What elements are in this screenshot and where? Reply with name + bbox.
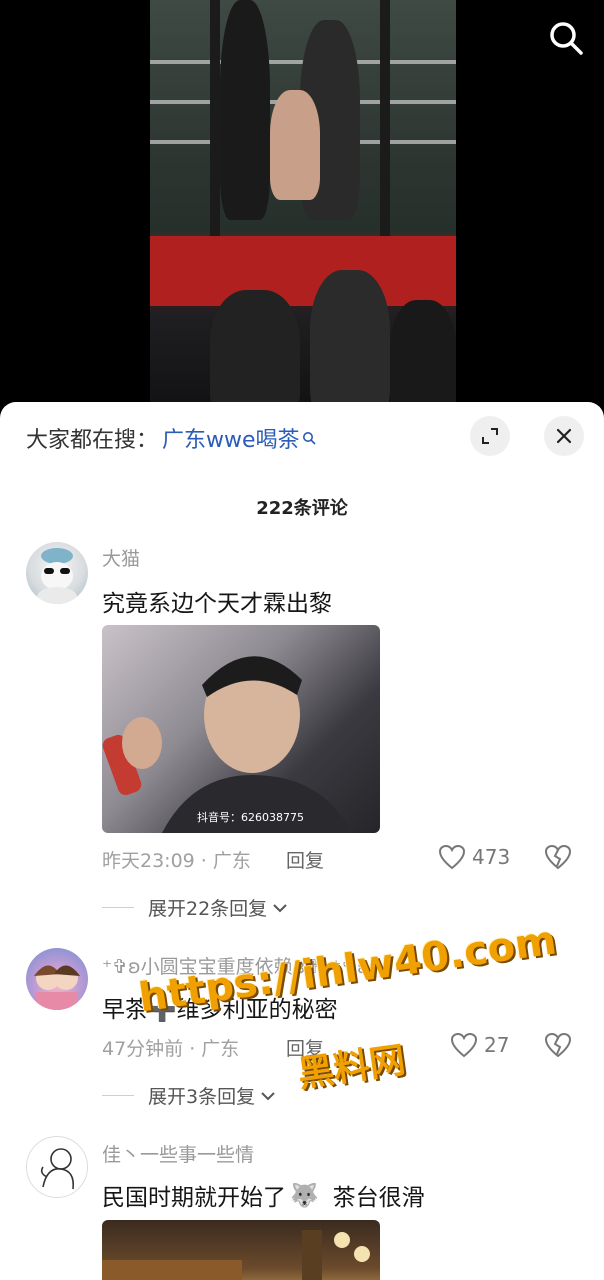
ring-apron — [150, 236, 456, 306]
comment-text: 早茶➕维多利亚的秘密 — [102, 997, 338, 1023]
reply-button[interactable]: 回复 — [286, 846, 324, 873]
suggested-search-prefix: 大家都在搜： — [26, 428, 159, 453]
ring-post — [380, 0, 390, 240]
wrestler-figure — [220, 0, 270, 220]
comment-text-part: 茶台很滑 — [332, 1185, 425, 1211]
comment-username[interactable]: 大猫 — [102, 544, 140, 571]
expand-replies[interactable]: 展开3条回复 — [102, 1082, 277, 1109]
dislike-button[interactable] — [544, 844, 572, 874]
expand-replies-label: 展开22条回复 — [148, 898, 268, 920]
comment-count: 222条评论 — [256, 498, 348, 519]
comment-time-location: 昨天23:09 · 广东 — [102, 850, 251, 872]
sketch-avatar-icon — [40, 1148, 75, 1190]
video-frame — [150, 0, 456, 420]
avatar[interactable] — [26, 542, 88, 604]
suggested-search[interactable]: 大家都在搜： 广东wwe喝茶 — [26, 422, 316, 454]
heart-icon — [438, 844, 466, 870]
expand-button[interactable] — [470, 416, 510, 456]
meme-watermark: 抖音号：626038775 — [197, 811, 304, 824]
comment-text: 民国时期就开始了 🐺 茶台很滑 — [102, 1178, 425, 1212]
comment-text: 究竟系边个天才霖出黎 — [102, 591, 332, 617]
avatar[interactable] — [26, 1136, 88, 1198]
meme-illustration — [102, 1230, 370, 1280]
comment-text-part: 民国时期就开始了 — [102, 1185, 286, 1211]
broken-heart-icon — [544, 844, 572, 870]
search-icon — [302, 432, 316, 445]
wrestler-figure — [270, 90, 320, 200]
suggested-search-term[interactable]: 广东wwe喝茶 — [162, 422, 300, 454]
ring-post — [210, 0, 220, 240]
comment-username[interactable]: ⁺✞ʚ小圆宝宝重度依赖ɞ✟₊⁺✞ʚ — [102, 952, 370, 979]
meme-illustration — [102, 656, 352, 833]
chevron-down-icon — [261, 1091, 275, 1100]
like-count: 473 — [472, 845, 511, 869]
avatar[interactable] — [26, 948, 88, 1010]
expand-replies-label: 展开3条回复 — [148, 1086, 256, 1108]
search-icon — [550, 22, 583, 55]
dislike-button[interactable] — [544, 1032, 572, 1062]
comment-image[interactable] — [102, 1220, 380, 1280]
anime-avatar-icon — [34, 965, 80, 1010]
cat-avatar-icon — [37, 548, 77, 604]
search-button[interactable] — [544, 16, 588, 60]
audience-figure — [210, 290, 300, 420]
expand-icon — [482, 428, 498, 444]
wolf-emoji-icon: 🐺 — [290, 1182, 319, 1209]
comment-image[interactable]: 抖音号：626038775 — [102, 625, 380, 833]
expand-replies[interactable]: 展开22条回复 — [102, 894, 289, 921]
video-player[interactable] — [0, 0, 604, 420]
like-button[interactable]: 473 — [438, 844, 510, 870]
audience-figure — [310, 270, 390, 420]
like-button[interactable]: 27 — [450, 1032, 509, 1058]
chevron-down-icon — [273, 903, 287, 912]
like-count: 27 — [484, 1033, 510, 1057]
close-button[interactable] — [544, 416, 584, 456]
comment-username[interactable]: 佳丶一些事一些情 — [102, 1140, 254, 1167]
broken-heart-icon — [544, 1032, 572, 1058]
comment-sheet: 大家都在搜： 广东wwe喝茶 222条评论 大猫 究竟系边个天才霖出黎 抖音号：… — [0, 402, 604, 1280]
close-icon — [556, 428, 572, 444]
divider — [102, 1095, 134, 1096]
divider — [102, 907, 134, 908]
heart-icon — [450, 1032, 478, 1058]
comment-time-location: 47分钟前 · 广东 — [102, 1038, 240, 1060]
